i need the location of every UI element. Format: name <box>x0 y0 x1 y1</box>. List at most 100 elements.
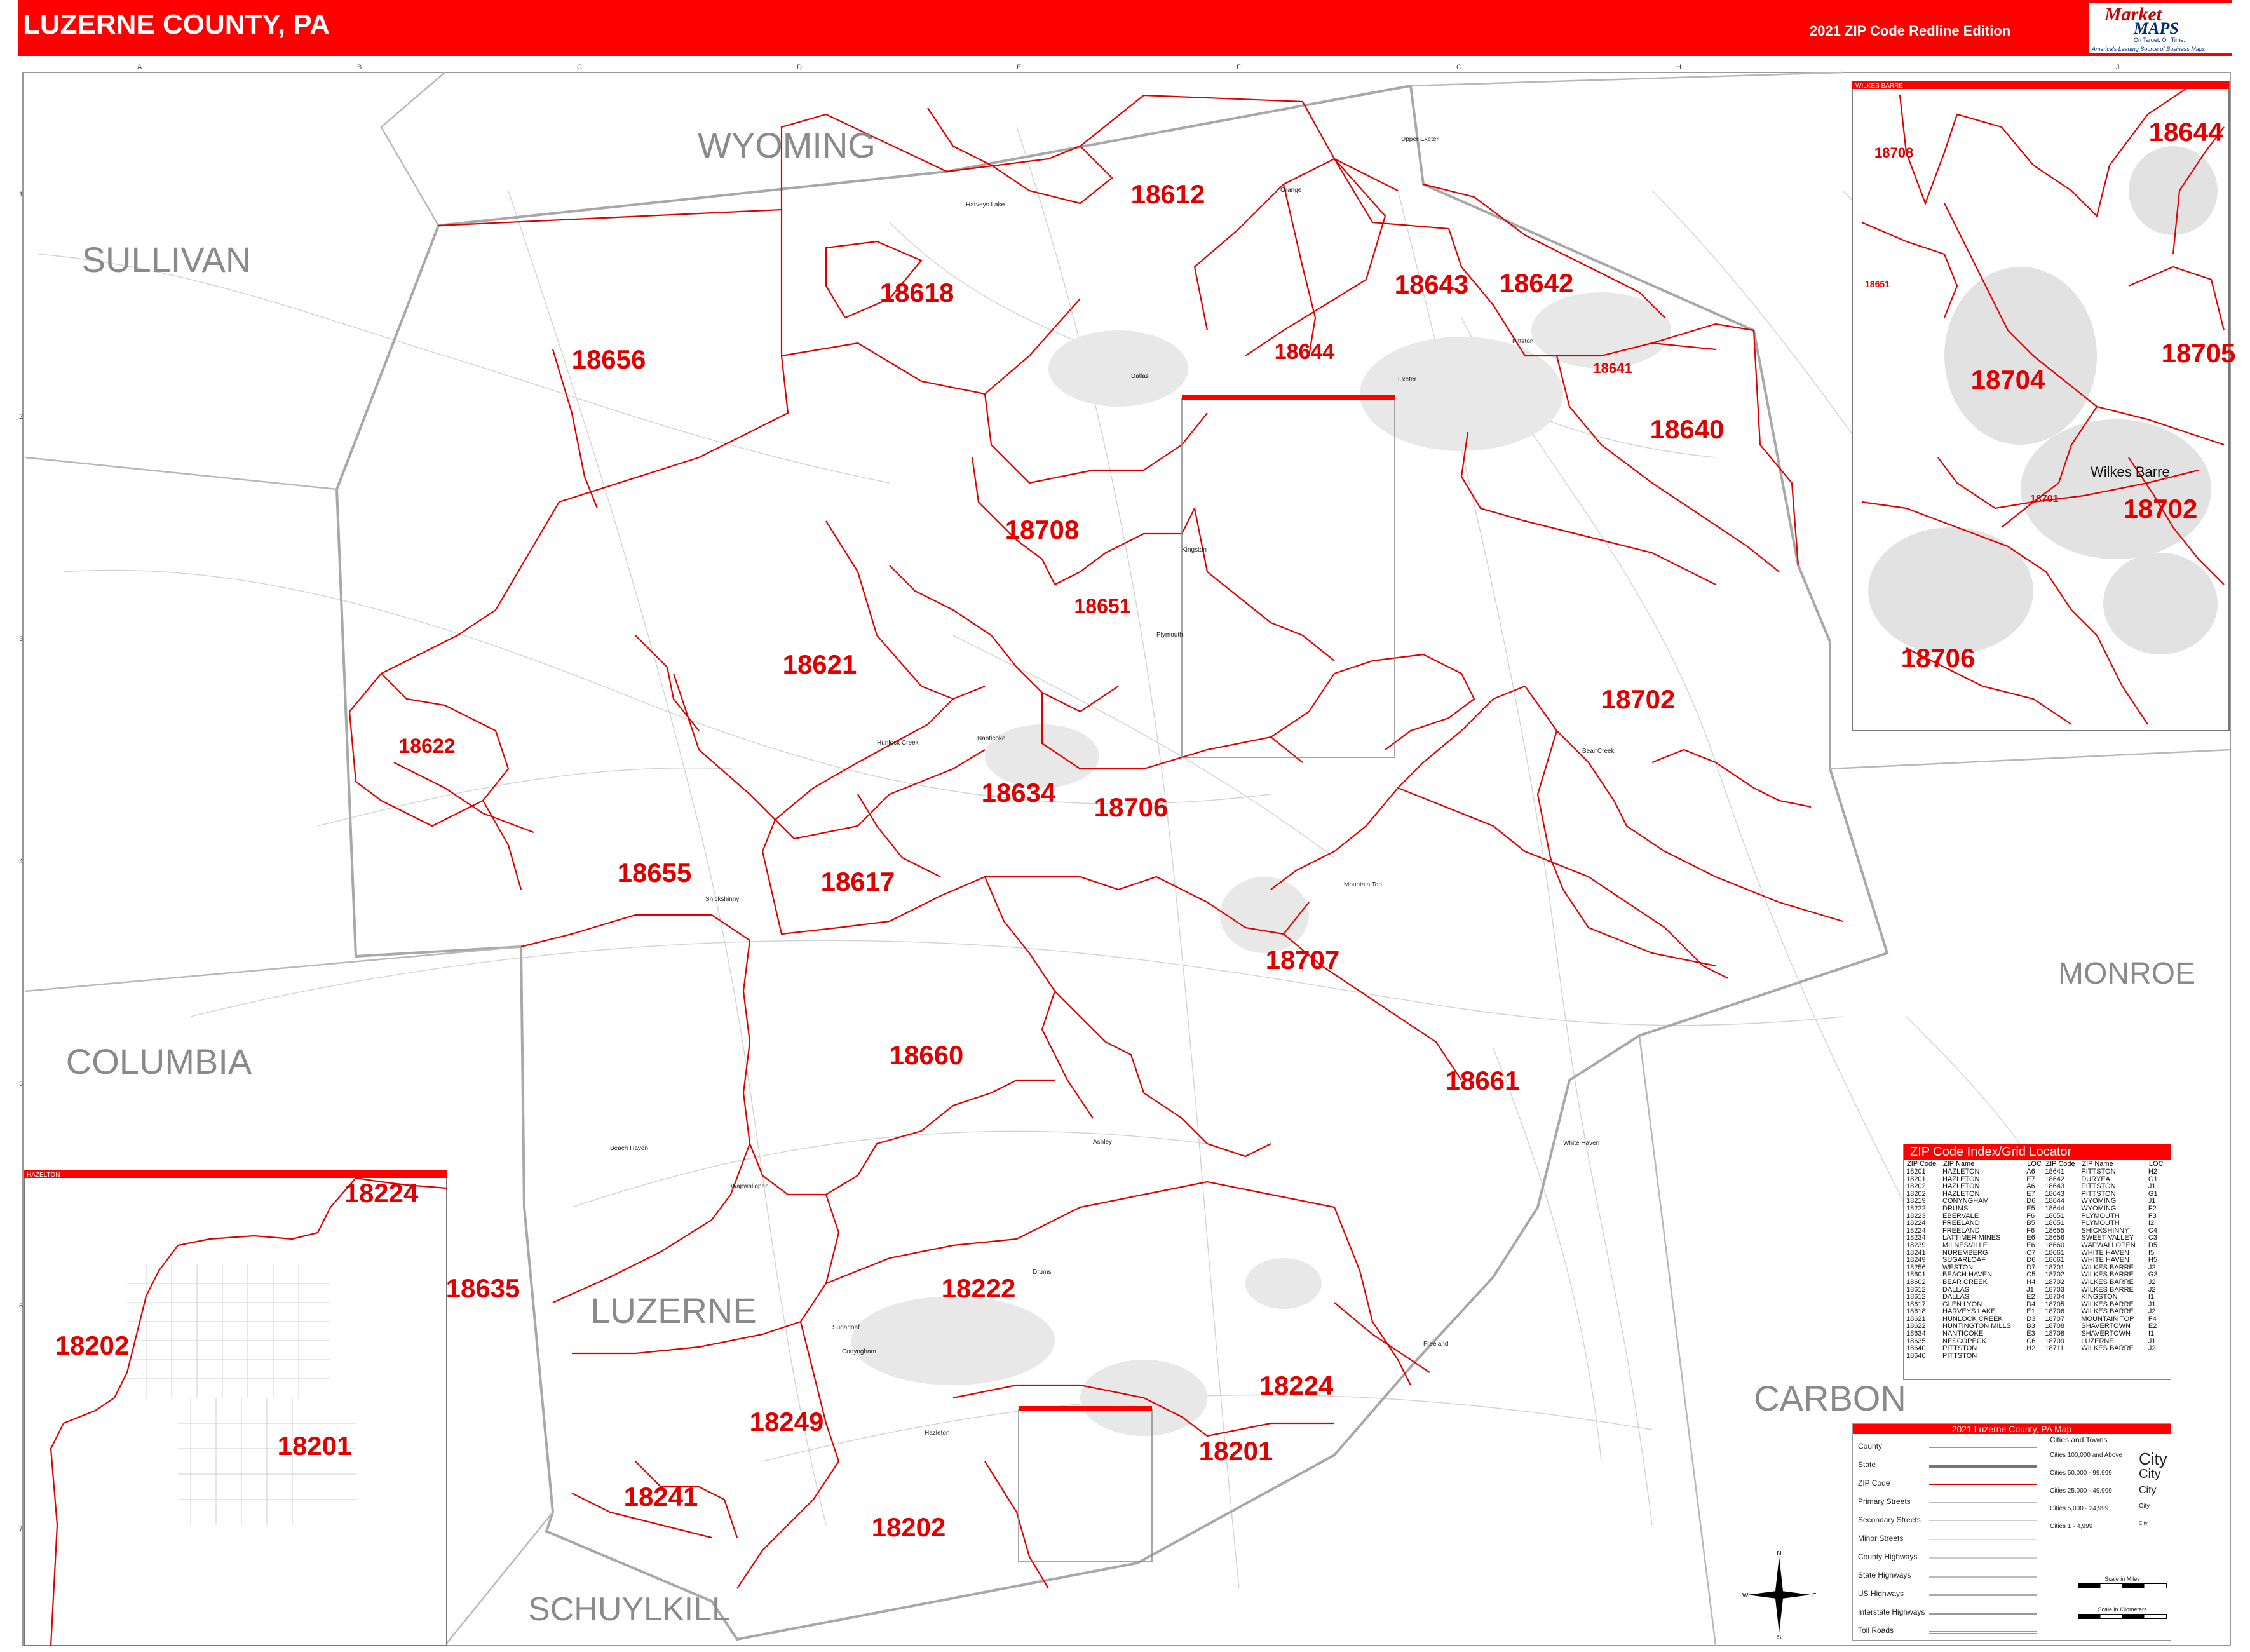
inset-wilkes-barre[interactable]: WILKES BARRE 18708 18644 18705 18704 187… <box>1852 81 2235 731</box>
zip-index-cell: PITTSTON <box>1942 1351 1977 1360</box>
zip-index-cell: HAZLETON <box>1942 1168 1980 1175</box>
city-label: Exeter <box>1398 376 1417 383</box>
inset-wb-zip: 18644 <box>2149 117 2223 147</box>
zip-index-cell: H2 <box>2148 1168 2157 1175</box>
zip-index-cell: MILNESVILLE <box>1942 1241 1988 1249</box>
legend-city-sample: City <box>2139 1485 2157 1496</box>
zip-index-cell: SUGARLOAF <box>1942 1256 1986 1264</box>
zip-index-cell: 18644 <box>2045 1204 2064 1212</box>
legend-swatch <box>1929 1576 2037 1578</box>
zip-index-cell: PITTSTON <box>2081 1168 2116 1175</box>
zip-index-cell: 18641 <box>2045 1168 2064 1175</box>
zip-index-cell: D5 <box>2148 1241 2157 1249</box>
zip-label: 18202 <box>872 1512 946 1542</box>
city-label: Ashley <box>1093 1139 1112 1146</box>
compass-s: S <box>1777 1634 1782 1639</box>
zip-index-cell: E5 <box>2026 1204 2035 1212</box>
legend-swatch <box>1929 1594 2037 1596</box>
county-label-monroe: MONROE <box>2058 957 2195 991</box>
zip-label: 18201 <box>1199 1436 1273 1466</box>
zip-label: 18622 <box>399 735 456 757</box>
zip-index-cell: 18201 <box>1906 1168 1926 1175</box>
inset-wb-zip: 18706 <box>1901 643 1976 673</box>
zip-index-cell: H4 <box>2026 1278 2036 1286</box>
zip-index-cell: E6 <box>2026 1241 2035 1249</box>
zip-index-cell: FREELAND <box>1942 1219 1980 1228</box>
zip-label: 18708 <box>1005 515 1080 545</box>
legend-item-label: Secondary Streets <box>1858 1515 1921 1524</box>
zip-index-cell: DRUMS <box>1942 1204 1969 1212</box>
zip-index-cell: SHAVERTOWN <box>2081 1330 2131 1338</box>
grid-row-label: 4 <box>19 858 24 865</box>
inset-hazelton[interactable]: HAZELTON 18224 18202 18201 <box>24 1170 447 1646</box>
zip-index-row: 18612 DALLAS E2 18704 KINGSTON I1 <box>1906 1293 2167 1301</box>
zip-index-table: ZIP Code ZIP Name LOC ZIP Code ZIP Name LOC 1… <box>1906 1160 2167 1360</box>
legend-city-tier: Cities 100,000 and Above <box>2050 1452 2122 1459</box>
zip-index-panel: ZIP Code Index/Grid Locator ZIP Code ZIP … <box>1903 1144 2171 1380</box>
zip-index-cell: DALLAS <box>1942 1293 1970 1301</box>
grid-row-label: 2 <box>19 413 24 421</box>
zip-index-cell: B5 <box>2026 1219 2035 1228</box>
city-label: Shickshinny <box>705 896 739 903</box>
zip-index-cell: E3 <box>2026 1330 2035 1338</box>
zip-label: 18644 <box>1275 340 1335 364</box>
zip-index-header: ZIP Code <box>2045 1160 2075 1168</box>
zip-index-cell <box>2026 1353 2045 1360</box>
city-label: Wapwallopen <box>731 1183 769 1190</box>
legend-swatch <box>1929 1557 2037 1559</box>
compass-rose: N S W E <box>1742 1550 1817 1639</box>
city-label: Drums <box>1033 1269 1051 1276</box>
map-title: LUZERNE COUNTY, PA <box>23 9 330 40</box>
map-canvas[interactable]: WILKES BARRE HAZELTON WYOMING SULLIVAN C… <box>0 0 2250 1652</box>
edition-label: 2021 ZIP Code Redline Edition <box>1810 23 2011 39</box>
zip-label: 18655 <box>618 858 692 888</box>
legend-item-label: US Highways <box>1858 1589 1904 1598</box>
zip-index-cell <box>2045 1353 2081 1360</box>
market-maps-logo[interactable]: Market MAPS On Target. On Time. America'… <box>2089 3 2248 53</box>
zip-index-cell <box>2148 1353 2167 1360</box>
legend-swatch <box>1929 1502 2037 1503</box>
city-label: White Haven <box>1563 1140 1599 1147</box>
legend-item-label: State Highways <box>1858 1571 1911 1580</box>
zip-index-cell: WYOMING <box>2081 1204 2117 1212</box>
zip-label: 18651 <box>1074 595 1131 618</box>
zip-index-row: 18602 BEAR CREEK H4 18702 WILKES BARRE J2 <box>1906 1278 2167 1287</box>
zip-index-cell: BEAR CREEK <box>1942 1278 1988 1286</box>
grid-column-label: E <box>1017 64 1022 71</box>
county-label-schuylkill: SCHUYLKILL <box>528 1591 730 1628</box>
zip-label: 18707 <box>1266 945 1340 975</box>
grid-column-label: I <box>1896 64 1899 71</box>
compass-arrow-north <box>1775 1557 1783 1595</box>
grid-column-bar: A B C D E F G H I J <box>18 64 2232 71</box>
zip-label: 18661 <box>1446 1066 1520 1095</box>
inset-hz-zip: 18202 <box>55 1330 130 1360</box>
city-label: Harveys Lake <box>966 201 1005 208</box>
zip-label: 18617 <box>821 867 895 897</box>
zip-index-header: ZIP Name <box>2082 1160 2113 1168</box>
legend-item-label: State <box>1858 1460 1876 1469</box>
zip-label: 18621 <box>783 649 857 679</box>
zip-index-row: 18249 SUGARLOAF D6 18661 WHITE HAVEN H5 <box>1906 1257 2167 1264</box>
zip-label: 18222 <box>942 1273 1016 1303</box>
city-label: Bear Creek <box>1582 748 1615 755</box>
zip-index-cell: J2 <box>2148 1278 2156 1286</box>
legend-swatch <box>1929 1613 2037 1615</box>
zip-label: 18642 <box>1500 268 1574 298</box>
zip-index-cell: KINGSTON <box>2081 1293 2118 1301</box>
compass-arrow-south <box>1775 1595 1783 1633</box>
compass-arrow-west <box>1747 1591 1779 1599</box>
zip-index-cell: PLYMOUTH <box>2081 1219 2120 1228</box>
scale-miles-label: Scale in Miles <box>2104 1576 2140 1582</box>
grid-column-label: J <box>2116 64 2120 71</box>
legend-item-label: ZIP Code <box>1858 1479 1890 1487</box>
legend-swatch <box>1929 1465 2037 1468</box>
zip-index-cell: F2 <box>2148 1204 2157 1212</box>
zip-index-cell: WILKES BARRE <box>2081 1278 2134 1286</box>
zip-index-row: 18640 PITTSTON <box>1906 1351 2167 1360</box>
city-label: Upper Exeter <box>1401 136 1439 143</box>
zip-label: 18660 <box>890 1040 964 1070</box>
grid-row-label: 3 <box>19 635 24 643</box>
zip-index-cell: WHITE HAVEN <box>2081 1256 2129 1264</box>
hazelton-locator-title: HAZELTON <box>1020 1410 1050 1416</box>
city-label: Mountain Top <box>1344 881 1382 888</box>
